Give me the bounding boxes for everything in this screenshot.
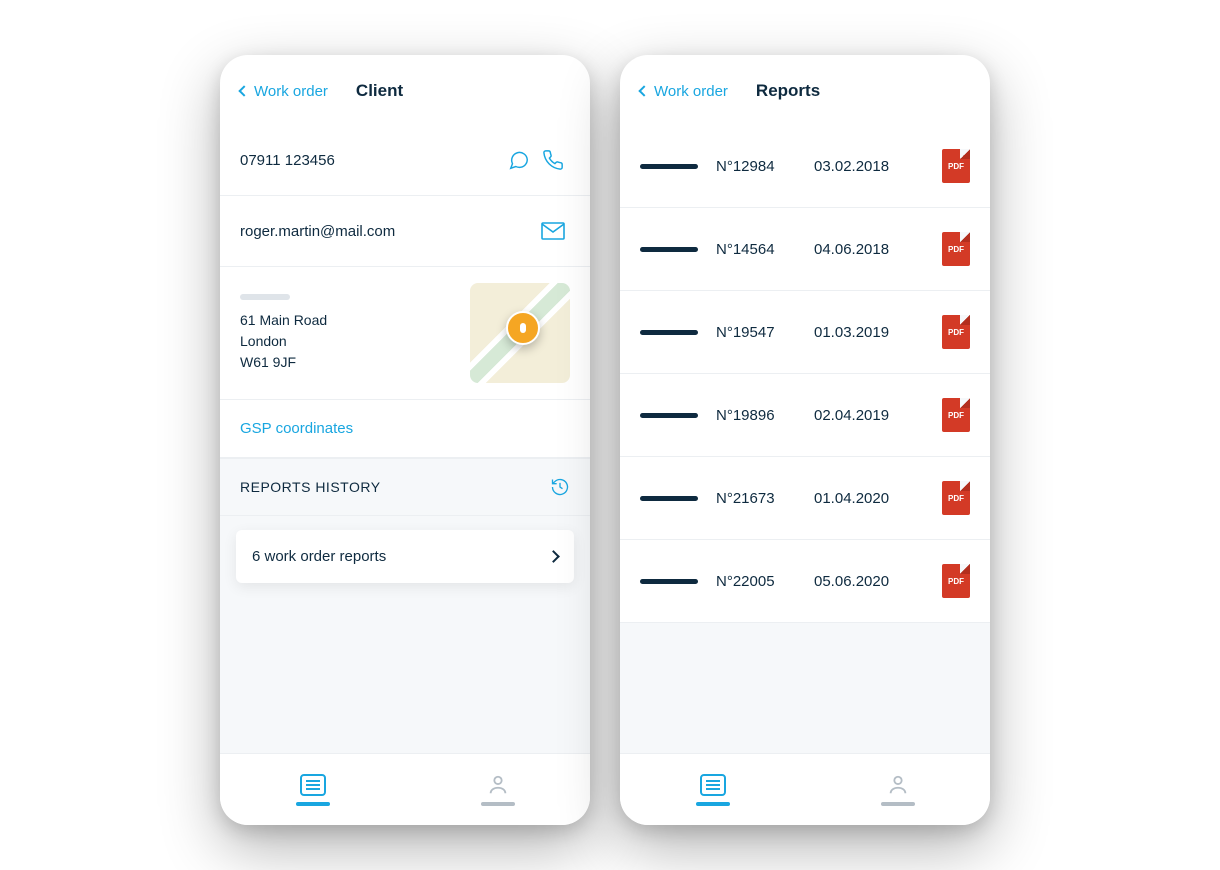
content: 07911 123456 roger.martin@mail.com — [220, 125, 590, 753]
page-title: Client — [356, 81, 403, 101]
report-date: 04.06.2018 — [814, 241, 924, 258]
chat-icon — [508, 149, 530, 171]
email-button[interactable] — [536, 214, 570, 248]
report-number: N°14564 — [716, 241, 796, 258]
back-button[interactable]: Work order — [240, 83, 328, 100]
report-date: 02.04.2019 — [814, 407, 924, 424]
address-row: 61 Main Road London W61 9JF — [220, 267, 590, 400]
chat-button[interactable] — [502, 143, 536, 177]
report-row[interactable]: N°19896 02.04.2019 PDF — [620, 374, 990, 457]
report-date: 03.02.2018 — [814, 158, 924, 175]
tab-indicator-inactive — [481, 802, 515, 806]
call-button[interactable] — [536, 143, 570, 177]
report-bar — [640, 579, 698, 584]
history-icon — [550, 477, 570, 497]
pdf-icon[interactable]: PDF — [942, 232, 970, 266]
report-bar — [640, 330, 698, 335]
report-bar — [640, 247, 698, 252]
report-number: N°19896 — [716, 407, 796, 424]
report-row[interactable]: N°12984 03.02.2018 PDF — [620, 125, 990, 208]
person-icon — [487, 774, 509, 796]
pdf-icon[interactable]: PDF — [942, 149, 970, 183]
address-line2: London — [240, 331, 456, 352]
phone-reports: Work order Reports N°1298403.02.2018PDFN… — [620, 55, 990, 825]
report-date: 01.04.2020 — [814, 490, 924, 507]
list-icon — [300, 774, 326, 796]
report-row[interactable]: N°19547 01.03.2019 PDF — [620, 291, 990, 374]
address-block: 61 Main Road London W61 9JF — [240, 294, 456, 373]
report-date: 01.03.2019 — [814, 324, 924, 341]
address-line1: 61 Main Road — [240, 310, 456, 331]
phone-row: 07911 123456 — [220, 125, 590, 196]
address-label-placeholder — [240, 294, 290, 300]
header: Work order Client — [220, 55, 590, 125]
person-icon — [887, 774, 909, 796]
header: Work order Reports — [620, 55, 990, 125]
content: N°12984 03.02.2018 PDF N°14564 04.06.2018 PDF… — [620, 125, 990, 753]
back-label: Work order — [654, 83, 728, 100]
address-line3: W61 9JF — [240, 352, 456, 373]
page-title: Reports — [756, 81, 820, 101]
phone-client: Work order Client 07911 123456 — [220, 55, 590, 825]
pdf-icon[interactable]: PDF — [942, 564, 970, 598]
pdf-icon[interactable]: PDF — [942, 398, 970, 432]
list-icon — [700, 774, 726, 796]
back-button[interactable]: Work order — [640, 83, 728, 100]
gps-coordinates-link[interactable]: GSP coordinates — [220, 400, 590, 458]
reports-card-label: 6 work order reports — [252, 548, 386, 565]
report-number: N°22005 — [716, 573, 796, 590]
tab-indicator-inactive — [881, 802, 915, 806]
tab-profile[interactable] — [805, 754, 990, 825]
report-row[interactable]: N°21673 01.04.2020 PDF — [620, 457, 990, 540]
tab-profile[interactable] — [405, 754, 590, 825]
section-title-text: REPORTS HISTORY — [240, 479, 381, 495]
tab-list[interactable] — [220, 754, 405, 825]
tab-bar — [220, 753, 590, 825]
chevron-right-icon — [547, 550, 560, 563]
map-pin-icon — [506, 311, 540, 345]
email-address: roger.martin@mail.com — [240, 223, 536, 240]
report-number: N°21673 — [716, 490, 796, 507]
back-label: Work order — [254, 83, 328, 100]
report-row[interactable]: N°22005 05.06.2020 PDF — [620, 540, 990, 623]
chevron-left-icon — [638, 85, 649, 96]
report-bar — [640, 496, 698, 501]
phone-icon — [542, 149, 564, 171]
tab-indicator-active — [296, 802, 330, 806]
phone-number: 07911 123456 — [240, 152, 502, 169]
pdf-icon[interactable]: PDF — [942, 315, 970, 349]
report-bar — [640, 413, 698, 418]
reports-history-header: REPORTS HISTORY — [220, 458, 590, 516]
map-thumbnail[interactable] — [470, 283, 570, 383]
tab-bar — [620, 753, 990, 825]
report-date: 05.06.2020 — [814, 573, 924, 590]
email-row: roger.martin@mail.com — [220, 196, 590, 267]
reports-card[interactable]: 6 work order reports — [236, 530, 574, 583]
report-bar — [640, 164, 698, 169]
tab-indicator-active — [696, 802, 730, 806]
chevron-left-icon — [238, 85, 249, 96]
tab-list[interactable] — [620, 754, 805, 825]
report-number: N°19547 — [716, 324, 796, 341]
mail-icon — [541, 222, 565, 240]
report-row[interactable]: N°14564 04.06.2018 PDF — [620, 208, 990, 291]
report-number: N°12984 — [716, 158, 796, 175]
pdf-icon[interactable]: PDF — [942, 481, 970, 515]
